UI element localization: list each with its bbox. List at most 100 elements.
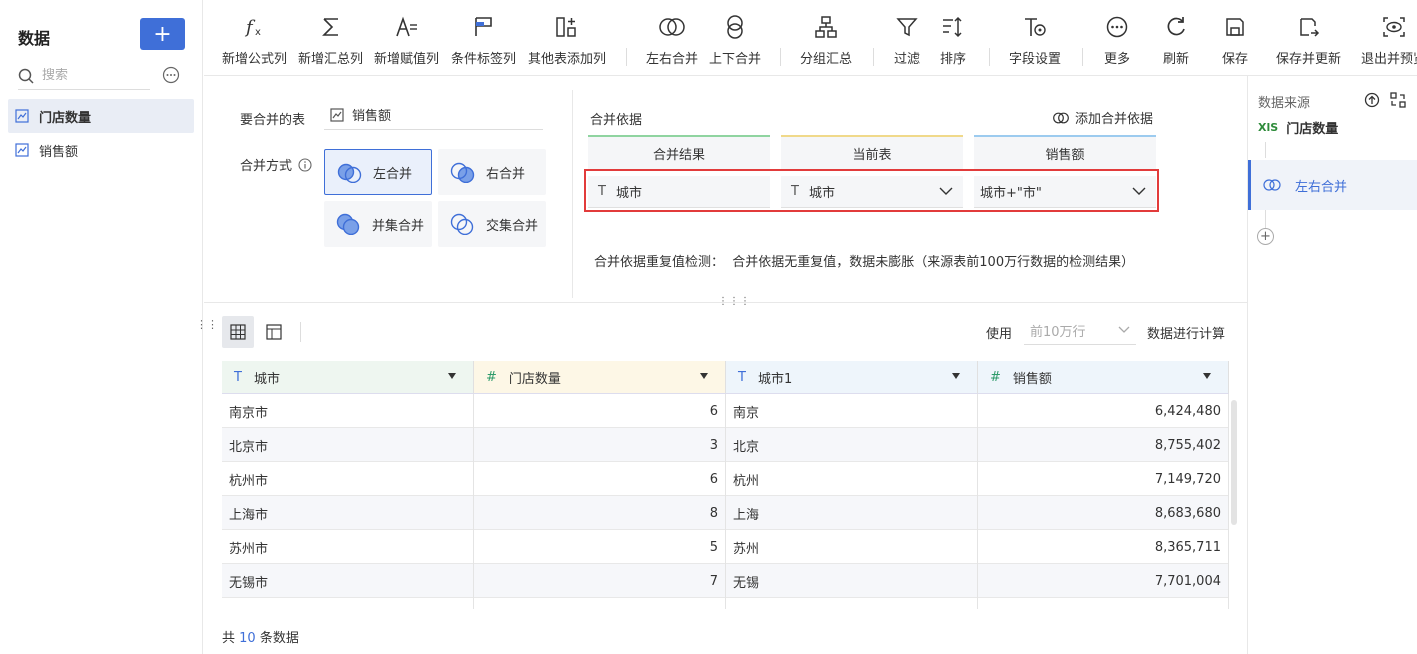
merge-mode-label: 合并方式: [240, 155, 312, 174]
field-settings-button[interactable]: 字段设置: [1009, 14, 1061, 67]
filter-icon: [896, 18, 918, 37]
table-cell: 8: [474, 496, 726, 530]
add-column-icon: [556, 17, 576, 37]
layout-view-button[interactable]: [258, 316, 290, 348]
table-cell: 杭州市: [222, 462, 474, 496]
caret-down-icon[interactable]: [951, 372, 961, 380]
table-row: 广州市9广州9,251,585: [222, 598, 1229, 609]
caret-down-icon[interactable]: [699, 372, 709, 380]
column-header-city[interactable]: T 城市: [222, 361, 474, 394]
data-source-title: 数据来源: [1258, 96, 1311, 111]
step-merge-left-right[interactable]: 左右合并: [1248, 160, 1417, 210]
save-button[interactable]: 保存: [1222, 14, 1248, 67]
sidebar-item-store-count[interactable]: 门店数量: [8, 99, 194, 133]
table-cell: 北京: [726, 428, 978, 462]
table-cell: 南京市: [222, 394, 474, 428]
add-assign-column-button[interactable]: 新增赋值列: [374, 14, 439, 67]
left-sidebar: 数据 + 门店数量 销售额: [0, 0, 203, 654]
table-cell: 无锡: [726, 564, 978, 598]
table-cell: 8,755,402: [978, 428, 1229, 462]
add-formula-column-button[interactable]: fx 新增公式列: [222, 14, 287, 67]
row-limit-select[interactable]: 前10万行: [1024, 317, 1136, 345]
layout-icon: [266, 324, 282, 340]
column-header-city1[interactable]: T 城市1: [726, 361, 978, 394]
group-icon: [815, 16, 837, 38]
merge-lr-icon: [659, 18, 685, 36]
step-connector: [1265, 210, 1266, 228]
column-header-sales[interactable]: # 销售额: [978, 361, 1229, 394]
text-type-icon: T: [598, 184, 606, 199]
merge-left-right-button[interactable]: 左右合并: [646, 14, 698, 67]
table-cell: 北京市: [222, 428, 474, 462]
refresh-button[interactable]: 刷新: [1163, 14, 1189, 67]
column-header-store-count[interactable]: # 门店数量: [474, 361, 726, 394]
more-icon: [1106, 16, 1128, 38]
sort-button[interactable]: 排序: [940, 14, 966, 67]
number-type-icon: #: [486, 369, 497, 385]
right-merge-option[interactable]: 右合并: [438, 149, 546, 195]
chevron-down-icon: [1118, 326, 1130, 333]
number-type-icon: #: [990, 369, 1001, 385]
view-divider: [300, 322, 301, 342]
intersection-merge-option[interactable]: 交集合并: [438, 201, 546, 247]
sort-icon: [943, 16, 962, 38]
sales-table-field-select[interactable]: 城市+"市": [974, 176, 1156, 208]
table-row: 上海市 8 上海 8,683,680: [222, 496, 1229, 530]
svg-text:x: x: [255, 27, 261, 38]
save-update-icon: [1299, 18, 1319, 37]
sum-icon: [321, 18, 338, 36]
more-button[interactable]: 更多: [1104, 14, 1130, 67]
add-summary-column-button[interactable]: 新增汇总列: [298, 14, 363, 67]
current-table-field-select[interactable]: T 城市: [781, 176, 963, 208]
left-merge-option[interactable]: 左合并: [324, 149, 432, 195]
sidebar-item-sales[interactable]: 销售额: [8, 133, 194, 167]
duplicate-check-status: 合并依据重复值检测： 合并依据无重复值，数据未膨胀（来源表前100万行数据的检测…: [594, 255, 1135, 270]
text-type-icon: T: [791, 184, 799, 199]
table-cell: 9,251,585: [978, 598, 1229, 609]
search-icon: [18, 68, 34, 84]
table-row: 无锡市 7 无锡 7,701,004: [222, 564, 1229, 598]
union-merge-option[interactable]: 并集合并: [324, 201, 432, 247]
add-data-button[interactable]: +: [140, 18, 185, 50]
data-source-item[interactable]: XlS 门店数量: [1258, 118, 1338, 137]
field-settings-icon: [1025, 18, 1046, 36]
conditional-label-column-button[interactable]: 条件标签列: [451, 14, 516, 67]
sidebar-search[interactable]: [18, 62, 150, 90]
table-cell: 6: [474, 462, 726, 496]
use-label: 使用: [986, 327, 1013, 342]
table-cell: 6: [474, 394, 726, 428]
table-cell: 广州: [726, 598, 978, 609]
merge-tb-icon: [727, 15, 743, 39]
text-type-icon: T: [738, 369, 746, 385]
table-scrollbar[interactable]: [1231, 400, 1237, 525]
save-and-update-button[interactable]: 保存并更新: [1276, 14, 1341, 67]
grid-view-button[interactable]: [222, 316, 254, 348]
sidebar-item-label: 门店数量: [39, 110, 92, 126]
toolbar-divider: [989, 48, 990, 66]
panel-resize-handle[interactable]: ⋮⋮⋮: [718, 296, 751, 307]
merge-table-select[interactable]: 销售额: [324, 100, 543, 130]
sidebar-resize-handle[interactable]: ⋮⋮: [196, 318, 218, 331]
group-summary-button[interactable]: 分组汇总: [800, 14, 852, 67]
table-cell: 9: [474, 598, 726, 609]
merge-top-bottom-button[interactable]: 上下合并: [709, 14, 761, 67]
caret-down-icon[interactable]: [1202, 372, 1212, 380]
exit-and-preview-button[interactable]: 退出并预览: [1361, 14, 1417, 67]
layout-toggle-icon[interactable]: [1390, 92, 1406, 108]
filter-button[interactable]: 过滤: [894, 14, 920, 67]
table-cell: 苏州市: [222, 530, 474, 564]
table-cell: 广州市: [222, 598, 474, 609]
add-step-button[interactable]: +: [1257, 228, 1274, 245]
merge-basis-title: 合并依据: [590, 113, 643, 128]
formula-icon: fx: [244, 17, 261, 38]
caret-down-icon[interactable]: [447, 372, 457, 380]
add-column-from-other-table-button[interactable]: 其他表添加列: [528, 14, 606, 67]
upload-icon[interactable]: [1364, 92, 1380, 108]
info-icon[interactable]: [298, 157, 312, 172]
add-merge-basis-button[interactable]: 添加合并依据: [1053, 108, 1153, 127]
sidebar-more-icon[interactable]: [162, 66, 180, 84]
search-input[interactable]: [42, 68, 132, 83]
dataset-icon: [15, 143, 29, 157]
table-cell: 8,365,711: [978, 530, 1229, 564]
merge-result-field[interactable]: T 城市: [588, 176, 770, 208]
